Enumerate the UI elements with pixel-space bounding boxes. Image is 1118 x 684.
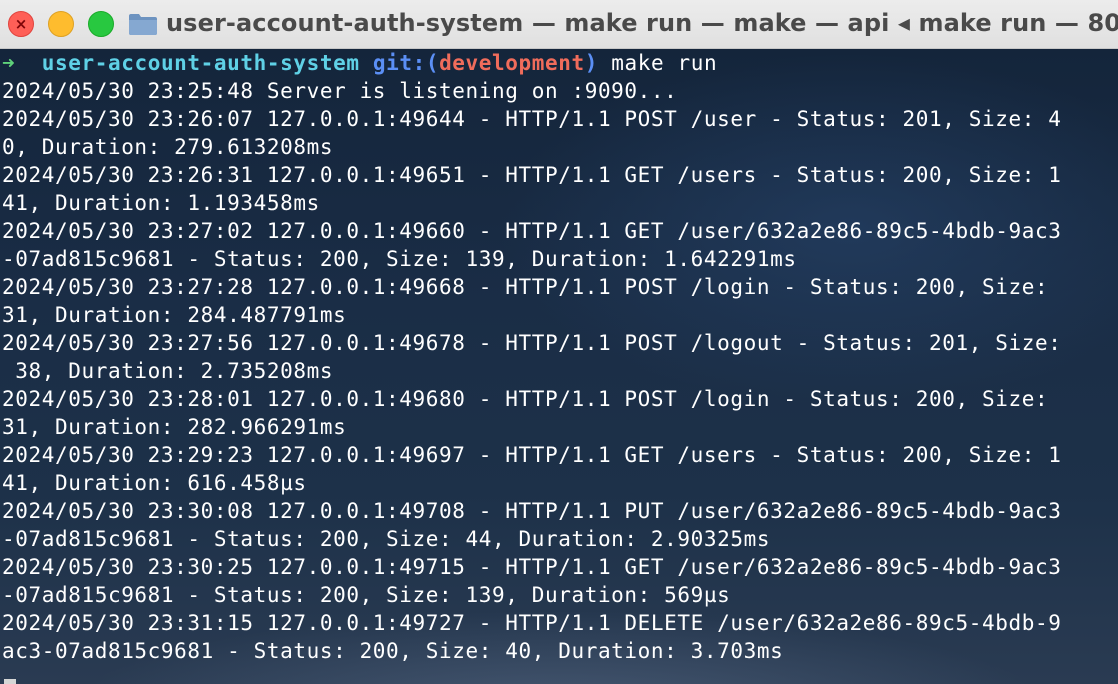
maximize-button[interactable] xyxy=(88,11,114,37)
log-line: 31, Duration: 282.966291ms xyxy=(2,415,347,439)
close-button[interactable]: × xyxy=(8,11,34,37)
prompt-git-close: ) xyxy=(584,51,598,75)
prompt-line: ➜ user-account-auth-system git:(developm… xyxy=(2,49,1118,77)
close-icon: × xyxy=(14,15,28,33)
log-line: -07ad815c9681 - Status: 200, Size: 139, … xyxy=(2,583,731,607)
terminal-window: × user-account-auth-system — make run — … xyxy=(0,0,1118,684)
minimize-button[interactable] xyxy=(48,11,74,37)
log-line: 0, Duration: 279.613208ms xyxy=(2,135,334,159)
log-line: 2024/05/30 23:27:28 127.0.0.1:49668 - HT… xyxy=(2,275,1062,299)
prompt-command: make run xyxy=(611,51,718,75)
log-line: 2024/05/30 23:30:08 127.0.0.1:49708 - HT… xyxy=(2,499,1062,523)
log-line: 2024/05/30 23:31:15 127.0.0.1:49727 - HT… xyxy=(2,611,1062,635)
log-line: -07ad815c9681 - Status: 200, Size: 44, D… xyxy=(2,527,771,551)
text-cursor xyxy=(4,679,16,684)
log-line: 2024/05/30 23:27:56 127.0.0.1:49678 - HT… xyxy=(2,331,1062,355)
log-line: 38, Duration: 2.735208ms xyxy=(2,359,334,383)
prompt-arrow-icon: ➜ xyxy=(2,51,16,75)
log-line: 2024/05/30 23:30:25 127.0.0.1:49715 - HT… xyxy=(2,555,1062,579)
window-title: user-account-auth-system — make run — ma… xyxy=(166,9,1118,37)
log-line: 41, Duration: 616.458µs xyxy=(2,471,307,495)
cursor-line xyxy=(2,665,1118,684)
title-bar[interactable]: × user-account-auth-system — make run — … xyxy=(0,0,1118,49)
log-line: 2024/05/30 23:26:07 127.0.0.1:49644 - HT… xyxy=(2,107,1062,131)
prompt-directory: user-account-auth-system xyxy=(41,51,360,75)
log-line: 31, Duration: 284.487791ms xyxy=(2,303,347,327)
prompt-git-label: git:( xyxy=(372,51,440,75)
log-line: 2024/05/30 23:29:23 127.0.0.1:49697 - HT… xyxy=(2,443,1062,467)
log-line: 2024/05/30 23:27:02 127.0.0.1:49660 - HT… xyxy=(2,219,1062,243)
folder-icon xyxy=(129,14,157,35)
terminal-output[interactable]: ➜ user-account-auth-system git:(developm… xyxy=(0,49,1118,684)
log-line: ac3-07ad815c9681 - Status: 200, Size: 40… xyxy=(2,639,784,663)
log-line: -07ad815c9681 - Status: 200, Size: 139, … xyxy=(2,247,797,271)
log-line: 2024/05/30 23:28:01 127.0.0.1:49680 - HT… xyxy=(2,387,1062,411)
log-line: 2024/05/30 23:25:48 Server is listening … xyxy=(2,79,678,103)
log-line: 2024/05/30 23:26:31 127.0.0.1:49651 - HT… xyxy=(2,163,1062,187)
log-line: 41, Duration: 1.193458ms xyxy=(2,191,320,215)
prompt-branch: development xyxy=(439,51,585,75)
